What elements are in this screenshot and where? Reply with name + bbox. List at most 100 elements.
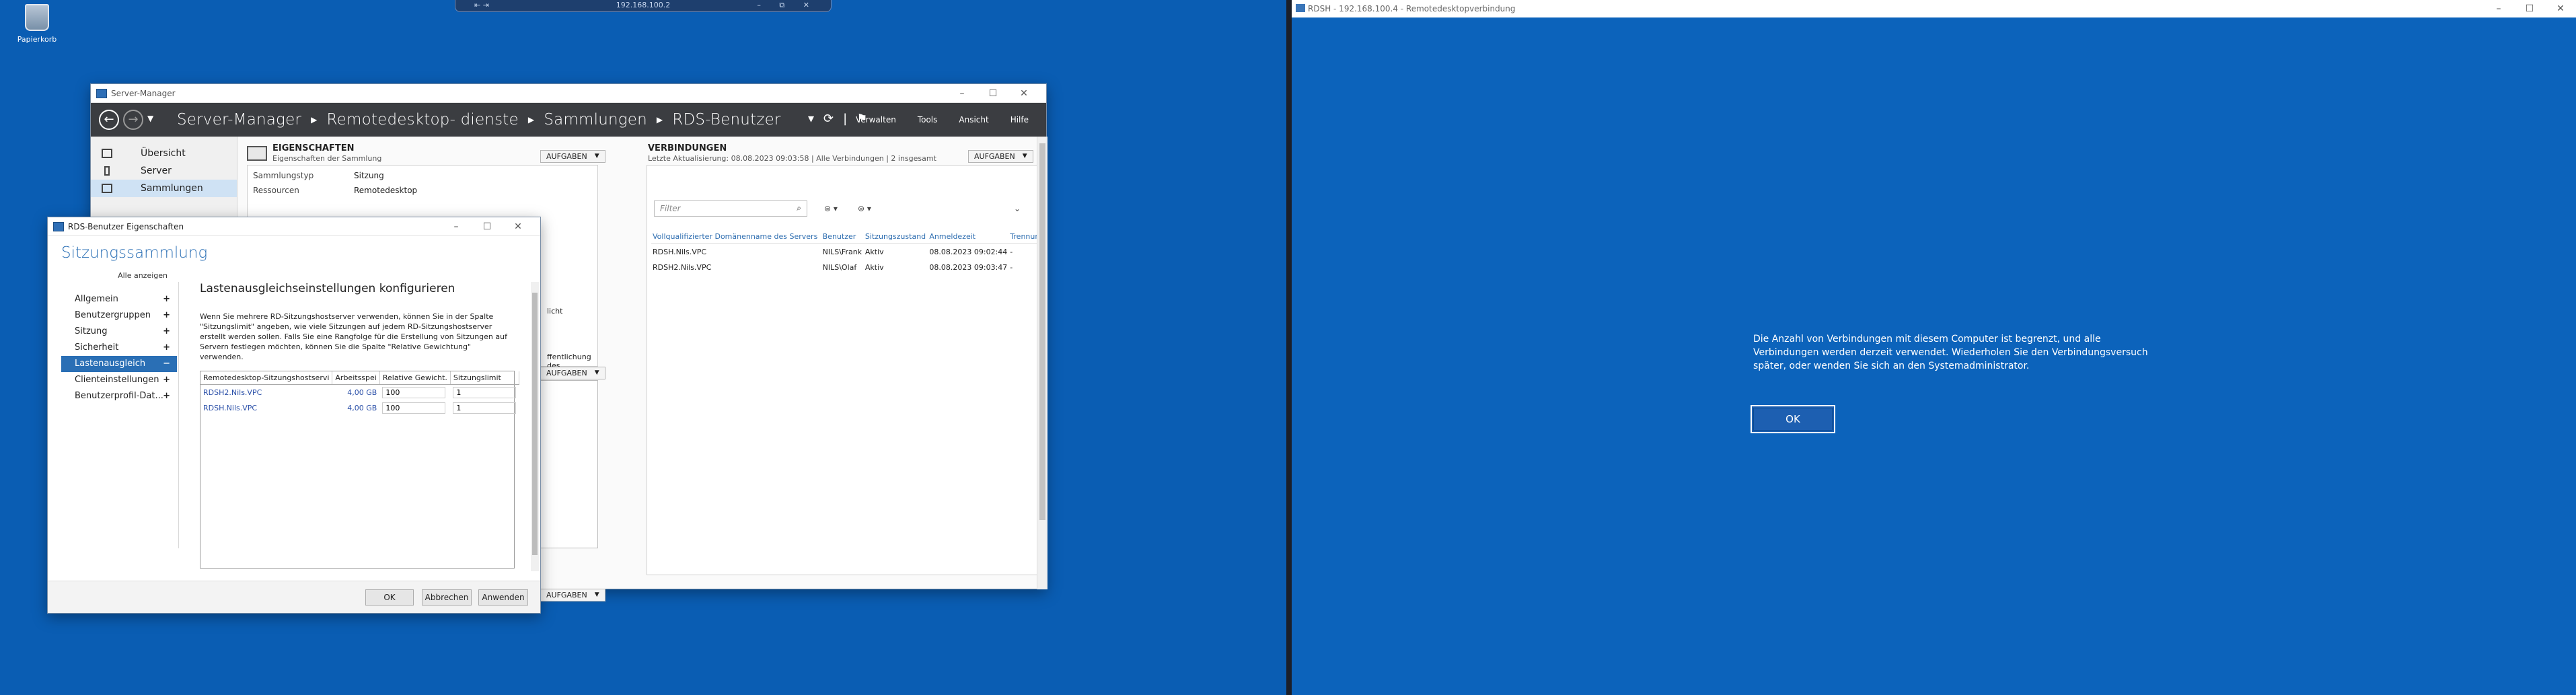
nav-item-allgemein[interactable]: Allgemein +: [61, 291, 177, 307]
column-header[interactable]: Vollqualifizierter Domänenname des Serve…: [651, 230, 821, 244]
dialog-scrollbar[interactable]: [531, 282, 539, 571]
pin-icon[interactable]: ⇤ ⇥: [474, 0, 489, 11]
sidebar-item-label: Sammlungen: [141, 183, 203, 194]
collapse-minus-icon: −: [163, 359, 170, 369]
connections-subheader: Letzte Aktualisierung: 08.08.2023 09:03:…: [648, 154, 936, 163]
properties-header: EIGENSCHAFTEN: [272, 143, 355, 153]
vertical-scrollbar[interactable]: [1037, 137, 1047, 589]
column-header[interactable]: Benutzer: [821, 230, 864, 244]
tasks-button[interactable]: AUFGABEN: [540, 367, 605, 379]
maximize-icon[interactable]: ☐: [2514, 0, 2545, 17]
dialog-app-icon: [53, 222, 64, 231]
back-arrow-icon[interactable]: ←: [99, 110, 119, 130]
sidebar-item-overview[interactable]: Übersicht: [91, 145, 237, 162]
server-manager-title: Server-Manager: [111, 89, 176, 98]
dialog-titlebar[interactable]: RDS-Benutzer Eigenschaften – ☐ ✕: [48, 217, 540, 236]
maximize-icon[interactable]: ☐: [472, 217, 503, 236]
minimize-icon[interactable]: –: [947, 84, 978, 103]
expand-icon[interactable]: ⌄: [1010, 202, 1024, 215]
connections-header: VERBINDUNGEN: [648, 143, 727, 153]
nav-item-benutzergruppen[interactable]: Benutzergruppen +: [61, 307, 177, 324]
table-row[interactable]: RDSH.Nils.VPC 4,00 GB 100 1: [200, 400, 519, 416]
search-icon[interactable]: ⌕: [797, 203, 801, 213]
minimize-icon[interactable]: –: [441, 217, 472, 236]
menu-hilfe[interactable]: Hilfe: [1010, 115, 1029, 124]
maximize-icon[interactable]: ☐: [978, 84, 1008, 103]
column-header[interactable]: Remotedesktop-Sitzungshostservi: [200, 371, 333, 385]
breadcrumb-item[interactable]: RDS-Benutzer: [672, 111, 780, 129]
cell-server: RDSH.Nils.VPC: [203, 404, 258, 412]
connection-limit-message: Die Anzahl von Verbindungen mit diesem C…: [1753, 334, 2148, 371]
filter-placeholder: Filter: [660, 204, 681, 213]
rdp-titlebar[interactable]: RDSH - 192.168.100.4 - Remotedesktopverb…: [1292, 0, 2576, 17]
sidebar-item-collections[interactable]: Sammlungen: [91, 180, 237, 197]
scrollbar-thumb[interactable]: [1039, 143, 1045, 520]
expand-plus-icon: +: [163, 326, 170, 336]
table-header-row: Vollqualifizierter Domänenname des Serve…: [651, 230, 1041, 244]
weight-input[interactable]: 100: [382, 387, 446, 398]
filter-options-icon[interactable]: ⊜ ▾: [849, 202, 880, 215]
close-icon[interactable]: ✕: [2545, 0, 2576, 17]
collection-icon: [102, 184, 112, 193]
close-icon[interactable]: ✕: [503, 217, 533, 236]
nav-item-sitzung[interactable]: Sitzung +: [61, 324, 177, 340]
breadcrumb-item[interactable]: Server-Manager: [177, 111, 301, 129]
apply-button[interactable]: Anwenden: [478, 589, 528, 606]
menu-bar: Verwalten Tools Ansicht Hilfe: [834, 115, 1029, 124]
recycle-bin-icon: [25, 4, 49, 31]
table-row[interactable]: RDSH2.Nils.VPC NILS\Olaf Aktiv 08.08.202…: [651, 259, 1041, 275]
column-header[interactable]: Sitzungszustand: [863, 230, 928, 244]
recycle-bin[interactable]: Papierkorb: [15, 4, 59, 44]
menu-verwalten[interactable]: Verwalten: [856, 115, 896, 124]
rdp-window-title: RDSH - 192.168.100.4 - Remotedesktopverb…: [1308, 4, 1516, 13]
filter-options-icon[interactable]: ⊜ ▾: [815, 202, 846, 215]
expand-plus-icon: +: [163, 294, 170, 304]
column-header[interactable]: Anmeldezeit: [928, 230, 1009, 244]
minimize-icon[interactable]: –: [2483, 0, 2514, 17]
properties-tasks-button[interactable]: AUFGABEN: [540, 150, 605, 163]
ok-button[interactable]: OK: [365, 589, 414, 606]
session-limit-input[interactable]: 1: [453, 387, 517, 398]
breadcrumb-item[interactable]: Remotedesktop- dienste: [327, 111, 519, 129]
sidebar-item-server[interactable]: Server: [91, 162, 237, 180]
tasks-button[interactable]: AUFGABEN: [540, 589, 605, 601]
section-description: Wenn Sie mehrere RD-Sitzungshostserver v…: [200, 312, 507, 361]
session-limit-input[interactable]: 1: [453, 402, 517, 414]
nav-item-lastenausgleich[interactable]: Lastenausgleich −: [61, 356, 177, 372]
expand-plus-icon: +: [163, 391, 170, 401]
nav-dropdown-icon[interactable]: ▾: [808, 112, 823, 126]
sidebar-item-label: Übersicht: [141, 148, 186, 159]
expand-plus-icon: +: [163, 310, 170, 320]
close-icon[interactable]: ✕: [1008, 84, 1039, 103]
column-header[interactable]: Relative Gewicht.: [379, 371, 451, 385]
weight-input[interactable]: 100: [382, 402, 446, 414]
table-row[interactable]: RDSH.Nils.VPC NILS\Frank Aktiv 08.08.202…: [651, 244, 1041, 260]
server-manager-titlebar[interactable]: Server-Manager – ☐ ✕: [91, 84, 1046, 103]
dialog-nav: Alle anzeigen Allgemein + Benutzergruppen…: [48, 271, 178, 560]
cell-state: Aktiv: [864, 263, 884, 272]
expand-plus-icon: +: [163, 375, 170, 385]
cell-state: Aktiv: [864, 248, 884, 256]
filter-input[interactable]: Filter ⌕: [654, 200, 807, 217]
show-all-link[interactable]: Alle anzeigen: [118, 271, 168, 280]
nav-item-clienteinstellungen[interactable]: Clienteinstellungen +: [61, 372, 177, 388]
cancel-button[interactable]: Abbrechen: [422, 589, 472, 606]
rdp-window-controls[interactable]: – ⧉ ✕: [757, 0, 817, 11]
connections-table: Vollqualifizierter Domänenname des Serve…: [651, 230, 1041, 275]
table-row[interactable]: RDSH2.Nils.VPC 4,00 GB 100 1: [200, 385, 519, 401]
menu-tools[interactable]: Tools: [918, 115, 938, 124]
history-dropdown-icon[interactable]: ▼: [147, 114, 153, 123]
breadcrumb-item[interactable]: Sammlungen: [544, 111, 647, 129]
nav-item-sicherheit[interactable]: Sicherheit +: [61, 340, 177, 356]
forward-arrow-icon[interactable]: →: [123, 110, 143, 130]
nav-item-benutzerprofil[interactable]: Benutzerprofil-Dat... +: [61, 388, 177, 404]
column-header[interactable]: Arbeitsspei: [332, 371, 380, 385]
ok-button[interactable]: OK: [1751, 405, 1835, 433]
breadcrumb-separator-icon: ▶: [656, 115, 663, 124]
rdp-connection-bar[interactable]: ⇤ ⇥ 192.168.100.2 – ⧉ ✕: [455, 0, 832, 12]
menu-ansicht[interactable]: Ansicht: [959, 115, 988, 124]
breadcrumb-separator-icon: ▶: [527, 115, 535, 124]
connections-tasks-button[interactable]: AUFGABEN: [968, 150, 1033, 163]
scrollbar-thumb[interactable]: [532, 293, 538, 555]
column-header[interactable]: Sitzungslimit: [450, 371, 519, 385]
